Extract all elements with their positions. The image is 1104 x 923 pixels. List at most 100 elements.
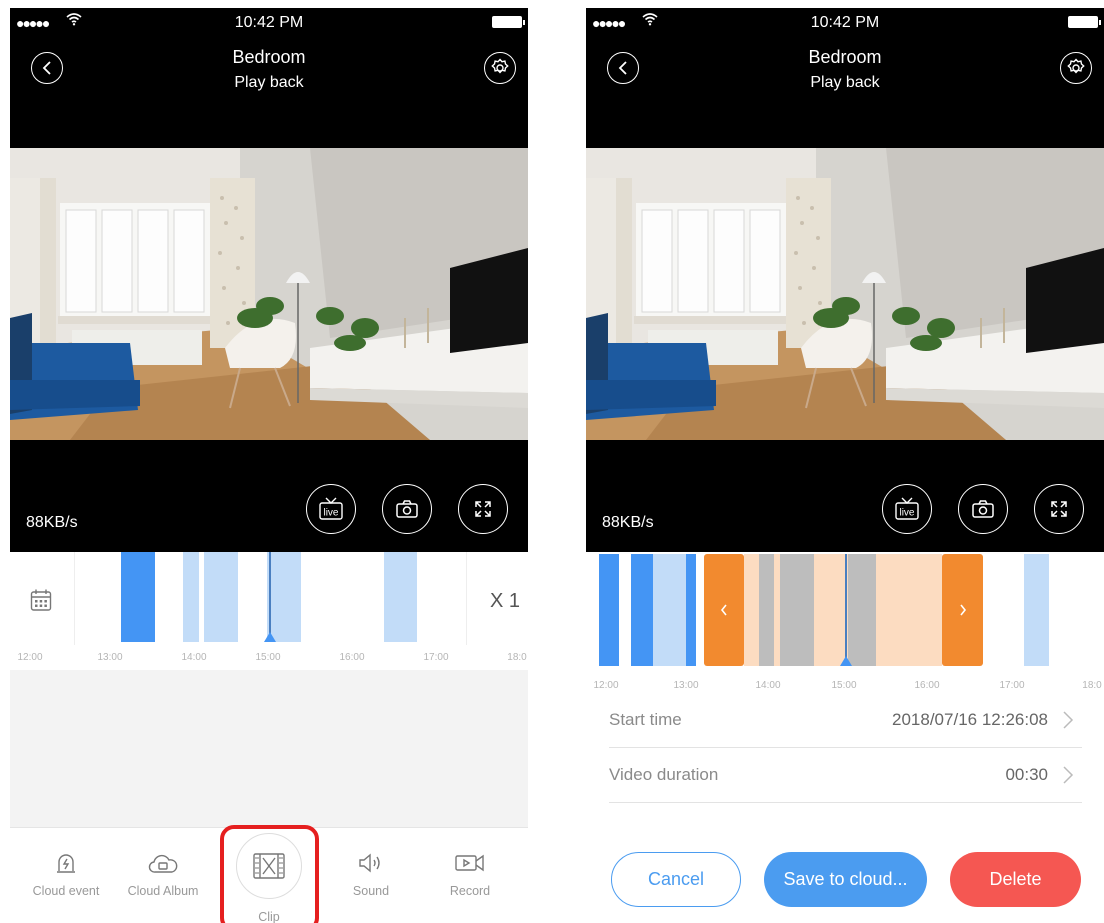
battery-icon (492, 16, 525, 28)
recording-segment[interactable] (599, 554, 619, 666)
recording-segment[interactable] (653, 554, 686, 666)
time-tick: 14:00 (755, 680, 781, 691)
playhead-marker[interactable] (840, 656, 852, 666)
fullscreen-button[interactable] (1034, 484, 1084, 534)
recording-track[interactable] (586, 554, 1104, 666)
nav-label: Sound (352, 884, 390, 898)
clip-end-handle[interactable] (942, 554, 983, 666)
live-button[interactable]: live (882, 484, 932, 534)
time-tick: 17:00 (999, 680, 1025, 691)
time-tick: 18:0 (1082, 680, 1102, 691)
snapshot-button[interactable] (958, 484, 1008, 534)
page-subtitle: Play back (234, 74, 304, 91)
delete-button[interactable]: Delete (950, 852, 1081, 907)
time-tick: 13:00 (97, 652, 123, 663)
recording-segment[interactable] (204, 552, 238, 642)
recording-segment[interactable] (384, 552, 417, 642)
cancel-button[interactable]: Cancel (611, 852, 741, 907)
content-area (10, 670, 528, 827)
time-tick: 18:0 (507, 652, 527, 663)
settings-button[interactable] (1060, 52, 1092, 84)
time-tick: 13:00 (673, 680, 699, 691)
timeline: 12:00 13:00 14:00 15:00 16:00 17:00 18:0… (10, 552, 528, 670)
record-icon (420, 848, 520, 878)
time-tick: 16:00 (339, 652, 365, 663)
fullscreen-icon (1051, 501, 1067, 517)
bottom-toolbar: Cloud event Cloud Album Clip Sound Recor… (10, 825, 528, 923)
start-time-label: Start time (609, 710, 682, 729)
recording-segment[interactable] (121, 552, 155, 642)
recording-segment[interactable] (780, 554, 814, 666)
bitrate-label: 88KB/s (26, 514, 78, 531)
video-view[interactable] (586, 148, 1104, 440)
save-to-cloud-button[interactable]: Save to cloud... (764, 852, 927, 907)
duration-label: Video duration (609, 765, 719, 784)
calendar-icon[interactable] (30, 588, 52, 617)
live-tv-icon: live (895, 497, 919, 520)
cloud-event-icon (16, 848, 116, 878)
status-time: 10:42 PM (810, 14, 880, 31)
recording-segment[interactable] (267, 552, 301, 642)
live-label: live (899, 508, 914, 519)
clip-screen: ●●●●● 10:42 PM Bedroom Play back 88KB/s … (586, 8, 1104, 923)
record-button[interactable]: Record (420, 848, 520, 898)
clip-timeline: 12:00 13:00 14:00 15:00 16:00 17:00 18:0 (586, 552, 1104, 691)
playhead-line[interactable] (269, 552, 271, 642)
duration-row[interactable]: Video duration 00:30 (609, 749, 1082, 803)
nav-label: Cloud event (32, 884, 100, 898)
recording-segment[interactable] (183, 552, 199, 642)
video-view[interactable] (10, 148, 528, 440)
status-bar: ●●●●● 10:42 PM (10, 12, 528, 34)
status-time: 10:42 PM (234, 14, 304, 31)
time-tick: 17:00 (423, 652, 449, 663)
cloud-album-button[interactable]: Cloud Album (113, 848, 213, 898)
camera-icon (972, 500, 994, 518)
header: ●●●●● 10:42 PM Bedroom Play back (586, 8, 1104, 148)
clip-start-handle[interactable] (704, 554, 744, 666)
battery-icon (1068, 16, 1101, 28)
playback-screen: ●●●●● 10:42 PM Bedroom Play back 88KB/s … (10, 8, 528, 923)
gear-icon (491, 58, 509, 74)
cloud-event-button[interactable]: Cloud event (16, 848, 116, 898)
playhead-line[interactable] (845, 554, 847, 666)
live-button[interactable]: live (306, 484, 356, 534)
time-tick: 14:00 (181, 652, 207, 663)
time-tick: 15:00 (255, 652, 281, 663)
fullscreen-button[interactable] (458, 484, 508, 534)
playhead-marker[interactable] (264, 632, 276, 642)
settings-button[interactable] (484, 52, 516, 84)
time-tick: 12:00 (17, 652, 43, 663)
nav-label: Cloud Album (127, 884, 199, 898)
recording-segment[interactable] (631, 554, 653, 666)
player-controls: 88KB/s live (586, 440, 1104, 552)
recording-segment[interactable] (759, 554, 774, 666)
page-subtitle: Play back (810, 74, 880, 91)
header: ●●●●● 10:42 PM Bedroom Play back (10, 8, 528, 148)
clip-highlight-box (220, 825, 319, 923)
camera-icon (396, 500, 418, 518)
live-tv-icon: live (319, 497, 343, 520)
status-bar: ●●●●● 10:42 PM (586, 12, 1104, 34)
snapshot-button[interactable] (382, 484, 432, 534)
nav-label: Record (449, 884, 491, 898)
sound-icon (321, 848, 421, 878)
duration-value: 00:30 (1005, 765, 1048, 784)
recording-segment[interactable] (1024, 554, 1049, 666)
time-tick: 15:00 (831, 680, 857, 691)
time-tick: 12:00 (593, 680, 619, 691)
timeline-separator (466, 552, 467, 645)
chevron-right-icon (1062, 710, 1082, 735)
zoom-level[interactable]: X 1 (490, 590, 520, 613)
chevron-left-icon (720, 604, 727, 616)
start-time-row[interactable]: Start time 2018/07/16 12:26:08 (609, 694, 1082, 748)
recording-segment[interactable] (848, 554, 876, 666)
cloud-album-icon (113, 848, 213, 878)
gear-icon (1067, 58, 1085, 74)
sound-button[interactable]: Sound (321, 848, 421, 898)
chevron-right-icon (959, 604, 966, 616)
start-time-value: 2018/07/16 12:26:08 (892, 710, 1048, 729)
live-label: live (323, 508, 338, 519)
bitrate-label: 88KB/s (602, 514, 654, 531)
recording-segment[interactable] (686, 554, 696, 666)
recording-track[interactable] (75, 552, 465, 642)
